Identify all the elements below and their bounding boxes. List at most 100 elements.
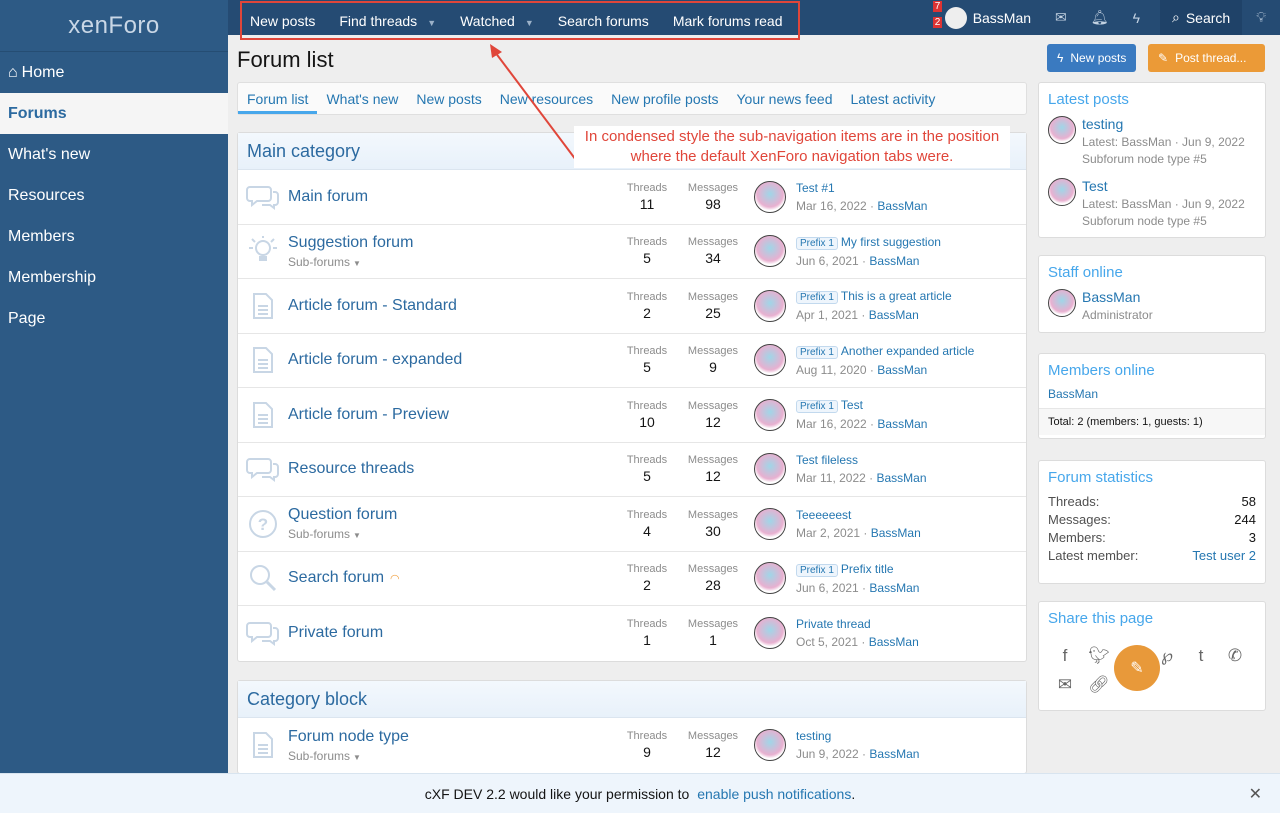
avatar[interactable] <box>1048 178 1076 206</box>
latest-user-link[interactable]: BassMan <box>877 363 927 377</box>
latest-user-link[interactable]: BassMan <box>869 308 919 322</box>
latest-user-link[interactable]: BassMan <box>869 254 919 268</box>
avatar[interactable] <box>754 235 786 268</box>
latest-user-link[interactable]: BassMan <box>877 417 927 431</box>
latest-member-link[interactable]: Test user 2 <box>1192 548 1256 563</box>
avatar[interactable] <box>1048 289 1076 317</box>
subnav-find-threads[interactable]: Find threads ▼ <box>339 13 446 29</box>
whatsapp-icon[interactable]: ✆ <box>1218 641 1252 670</box>
avatar[interactable] <box>754 617 786 650</box>
enable-push-link[interactable]: enable push notifications <box>697 786 851 802</box>
bell-icon[interactable]: 🔔︎ <box>1079 0 1121 35</box>
tab-forum-list[interactable]: Forum list <box>238 83 318 114</box>
style-toggle-bulb-icon[interactable]: 💡︎ <box>1242 0 1280 35</box>
close-icon[interactable]: ✕ <box>1249 784 1262 804</box>
search-button[interactable]: ⌕ Search <box>1159 0 1243 35</box>
latest-thread-link[interactable]: This is a great article <box>841 289 952 303</box>
subforums-dropdown[interactable]: Sub-forums ▼ <box>288 749 614 763</box>
forum-title-link[interactable]: Private forum <box>288 624 383 641</box>
latest-thread-link[interactable]: testing <box>796 729 831 743</box>
avatar[interactable] <box>754 344 786 377</box>
rss-icon[interactable]: ◠ <box>390 573 400 585</box>
prefix-label[interactable]: Prefix 1 <box>796 400 838 414</box>
prefix-label[interactable]: Prefix 1 <box>796 345 838 359</box>
latest-user-link[interactable]: BassMan <box>869 581 919 595</box>
forum-title-link[interactable]: Question forum <box>288 506 397 523</box>
latest-thread-link[interactable]: Test #1 <box>796 181 835 195</box>
latest-date[interactable]: Mar 16, 2022 <box>796 199 867 213</box>
forum-title-link[interactable]: Article forum - expanded <box>288 351 462 368</box>
chevron-down-icon[interactable]: ▼ <box>427 18 436 28</box>
chat-icon[interactable] <box>238 620 288 647</box>
avatar[interactable] <box>754 289 786 322</box>
latest-post-link[interactable]: testing <box>1082 116 1245 132</box>
latest-user-link[interactable]: BassMan <box>869 635 919 649</box>
question-icon[interactable]: ? <box>238 509 288 539</box>
latest-date[interactable]: Jun 6, 2021 <box>796 581 859 595</box>
sidebar-item-membership[interactable]: Membership <box>0 257 228 298</box>
prefix-label[interactable]: Prefix 1 <box>796 291 838 305</box>
avatar[interactable] <box>1048 116 1076 144</box>
doc-icon[interactable] <box>238 401 288 429</box>
prefix-label[interactable]: Prefix 1 <box>796 563 838 577</box>
sidebar-item-page[interactable]: Page <box>0 298 228 339</box>
category-title[interactable]: Category block <box>238 681 1026 718</box>
latest-user-link[interactable]: BassMan <box>877 199 927 213</box>
forum-title-link[interactable]: Search forum <box>288 569 384 586</box>
latest-date[interactable]: Oct 5, 2021 <box>796 635 858 649</box>
prefix-label[interactable]: Prefix 1 <box>796 236 838 250</box>
email-share-icon[interactable]: ✉ <box>1048 670 1082 699</box>
latest-thread-link[interactable]: Test fileless <box>796 453 858 467</box>
sidebar-item-home[interactable]: ⌂ Home <box>0 52 228 93</box>
link-icon[interactable]: 🔗︎ <box>1082 670 1116 699</box>
avatar[interactable] <box>754 180 786 213</box>
latest-date[interactable]: Mar 11, 2022 <box>796 471 866 485</box>
twitter-icon[interactable]: 🐦︎ <box>1082 641 1116 670</box>
sidebar-item-members[interactable]: Members <box>0 216 228 257</box>
forum-title-link[interactable]: Forum node type <box>288 728 409 745</box>
latest-date[interactable]: Apr 1, 2021 <box>796 308 858 322</box>
staff-member-link[interactable]: BassMan <box>1082 289 1140 305</box>
avatar[interactable] <box>754 729 786 762</box>
forum-title-link[interactable]: Article forum - Standard <box>288 297 457 314</box>
subnav-mark-forums-read[interactable]: Mark forums read <box>673 13 793 29</box>
tab-your-news-feed[interactable]: Your news feed <box>728 83 842 114</box>
subforums-dropdown[interactable]: Sub-forums ▼ <box>288 527 614 541</box>
avatar[interactable] <box>754 398 786 431</box>
tab-new-posts[interactable]: New posts <box>407 83 490 114</box>
doc-icon[interactable] <box>238 292 288 320</box>
latest-date[interactable]: Jun 9, 2022 <box>796 747 859 761</box>
avatar[interactable] <box>754 453 786 486</box>
forum-title-link[interactable]: Resource threads <box>288 460 414 477</box>
latest-post-link[interactable]: Test <box>1082 178 1245 194</box>
chat-icon[interactable] <box>238 184 288 210</box>
latest-thread-link[interactable]: Test <box>841 398 863 412</box>
user-menu[interactable]: 7 2 BassMan <box>932 0 1043 35</box>
sidebar-item-what-s-new[interactable]: What's new <box>0 134 228 175</box>
latest-user-link[interactable]: BassMan <box>871 526 921 540</box>
tab-new-profile-posts[interactable]: New profile posts <box>602 83 727 114</box>
latest-user-link[interactable]: BassMan <box>877 471 927 485</box>
latest-date[interactable]: Aug 11, 2020 <box>796 363 867 377</box>
online-member-link[interactable]: BassMan <box>1039 387 1265 409</box>
latest-post-node[interactable]: Subforum node type #5 <box>1082 152 1245 166</box>
forum-title-link[interactable]: Main forum <box>288 188 368 205</box>
subnav-new-posts[interactable]: New posts <box>250 13 325 29</box>
forum-title-link[interactable]: Suggestion forum <box>288 234 413 251</box>
latest-user-link[interactable]: BassMan <box>869 747 919 761</box>
chat-icon[interactable] <box>238 456 288 483</box>
latest-date[interactable]: Mar 2, 2021 <box>796 526 860 540</box>
tumblr-icon[interactable]: t <box>1184 641 1218 670</box>
logo[interactable]: xenForo <box>0 0 228 52</box>
forum-title-link[interactable]: Article forum - Preview <box>288 406 449 423</box>
sidebar-item-resources[interactable]: Resources <box>0 175 228 216</box>
quick-post-fab-edit-icon[interactable]: ✎ <box>1114 645 1160 691</box>
tab-what-s-new[interactable]: What's new <box>317 83 407 114</box>
doc-icon[interactable] <box>238 346 288 374</box>
latest-date[interactable]: Mar 16, 2022 <box>796 417 867 431</box>
subforums-dropdown[interactable]: Sub-forums ▼ <box>288 255 614 269</box>
avatar[interactable] <box>754 507 786 540</box>
avatar[interactable] <box>754 562 786 595</box>
inbox-icon[interactable]: ✉ <box>1043 0 1079 35</box>
latest-thread-link[interactable]: My first suggestion <box>841 235 941 249</box>
